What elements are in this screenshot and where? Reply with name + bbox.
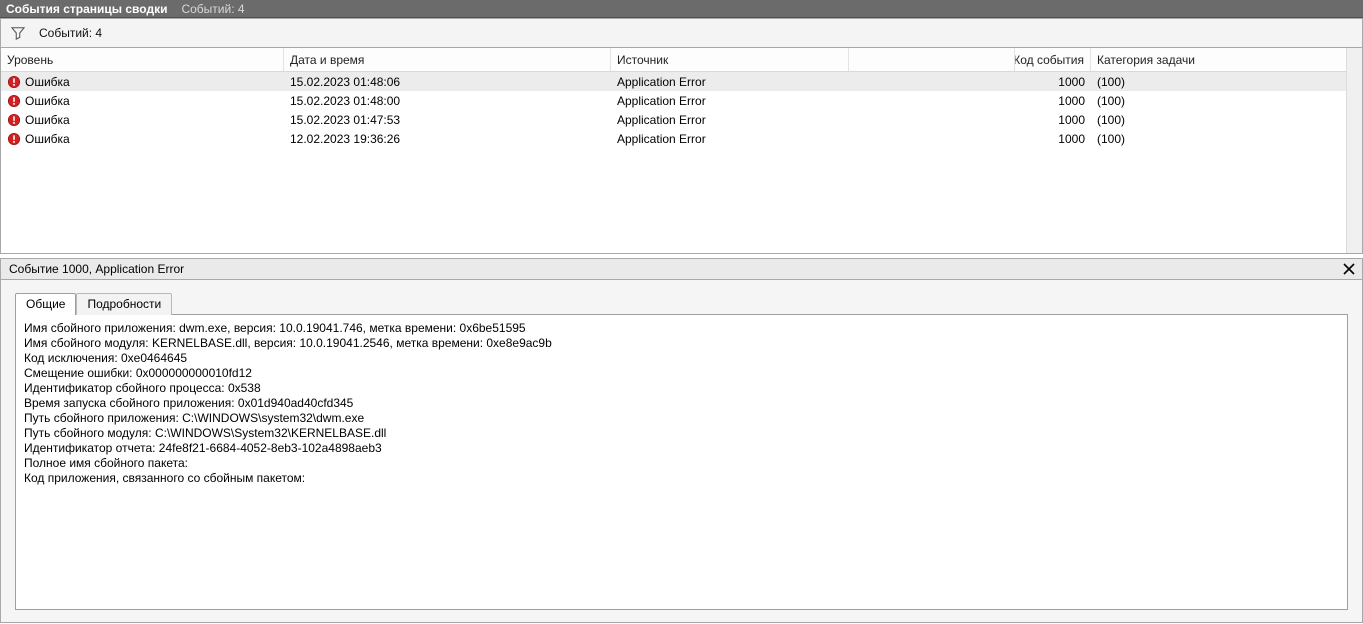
- close-icon[interactable]: [1342, 262, 1356, 276]
- table-row[interactable]: Ошибка 15.02.2023 01:48:00Application Err…: [1, 91, 1362, 110]
- cell-spacer: [849, 91, 1015, 110]
- tab-details[interactable]: Подробности: [76, 293, 172, 315]
- cell-datetime: 15.02.2023 01:48:06: [284, 72, 611, 91]
- event-grid: Уровень Дата и время Источник Код событи…: [0, 48, 1363, 254]
- cell-eventid: 1000: [1015, 72, 1091, 91]
- cell-source: Application Error: [611, 91, 849, 110]
- cell-spacer: [849, 129, 1015, 148]
- cell-level: Ошибка: [25, 75, 70, 89]
- cell-source: Application Error: [611, 129, 849, 148]
- tab-general[interactable]: Общие: [15, 293, 76, 315]
- error-icon: [7, 113, 21, 127]
- cell-level: Ошибка: [25, 132, 70, 146]
- cell-eventid: 1000: [1015, 129, 1091, 148]
- detail-panel-header: Событие 1000, Application Error: [0, 258, 1363, 280]
- window-title: События страницы сводки: [6, 2, 167, 16]
- column-header-spacer: [849, 48, 1015, 71]
- error-icon: [7, 75, 21, 89]
- filter-bar: Событий: 4: [0, 18, 1363, 48]
- window-titlebar: События страницы сводки Событий: 4: [0, 0, 1363, 18]
- cell-source: Application Error: [611, 110, 849, 129]
- cell-spacer: [849, 72, 1015, 91]
- error-icon: [7, 94, 21, 108]
- cell-datetime: 12.02.2023 19:36:26: [284, 129, 611, 148]
- cell-datetime: 15.02.2023 01:48:00: [284, 91, 611, 110]
- cell-category: (100): [1091, 72, 1331, 91]
- table-row[interactable]: Ошибка 12.02.2023 19:36:26Application Err…: [1, 129, 1362, 148]
- column-header-datetime[interactable]: Дата и время: [284, 48, 611, 71]
- grid-header: Уровень Дата и время Источник Код событи…: [1, 48, 1362, 72]
- cell-level: Ошибка: [25, 113, 70, 127]
- column-header-eventid[interactable]: Код события: [1015, 48, 1091, 71]
- cell-datetime: 15.02.2023 01:47:53: [284, 110, 611, 129]
- column-header-source[interactable]: Источник: [611, 48, 849, 71]
- cell-level: Ошибка: [25, 94, 70, 108]
- table-row[interactable]: Ошибка 15.02.2023 01:48:06Application Err…: [1, 72, 1362, 91]
- error-icon: [7, 132, 21, 146]
- window-subtitle: Событий: 4: [181, 2, 244, 16]
- detail-text: Имя сбойного приложения: dwm.exe, версия…: [15, 314, 1348, 610]
- detail-panel-title: Событие 1000, Application Error: [9, 262, 184, 276]
- cell-eventid: 1000: [1015, 110, 1091, 129]
- filter-icon[interactable]: [11, 26, 25, 40]
- table-row[interactable]: Ошибка 15.02.2023 01:47:53Application Err…: [1, 110, 1362, 129]
- detail-panel: Общие Подробности Имя сбойного приложени…: [0, 280, 1363, 623]
- cell-spacer: [849, 110, 1015, 129]
- cell-eventid: 1000: [1015, 91, 1091, 110]
- cell-category: (100): [1091, 110, 1331, 129]
- cell-category: (100): [1091, 129, 1331, 148]
- detail-tabs: Общие Подробности: [15, 290, 1348, 314]
- scrollbar-vertical[interactable]: [1346, 48, 1362, 253]
- column-header-level[interactable]: Уровень: [1, 48, 284, 71]
- column-header-category[interactable]: Категория задачи: [1091, 48, 1331, 71]
- cell-source: Application Error: [611, 72, 849, 91]
- event-count-label: Событий: 4: [39, 26, 102, 40]
- cell-category: (100): [1091, 91, 1331, 110]
